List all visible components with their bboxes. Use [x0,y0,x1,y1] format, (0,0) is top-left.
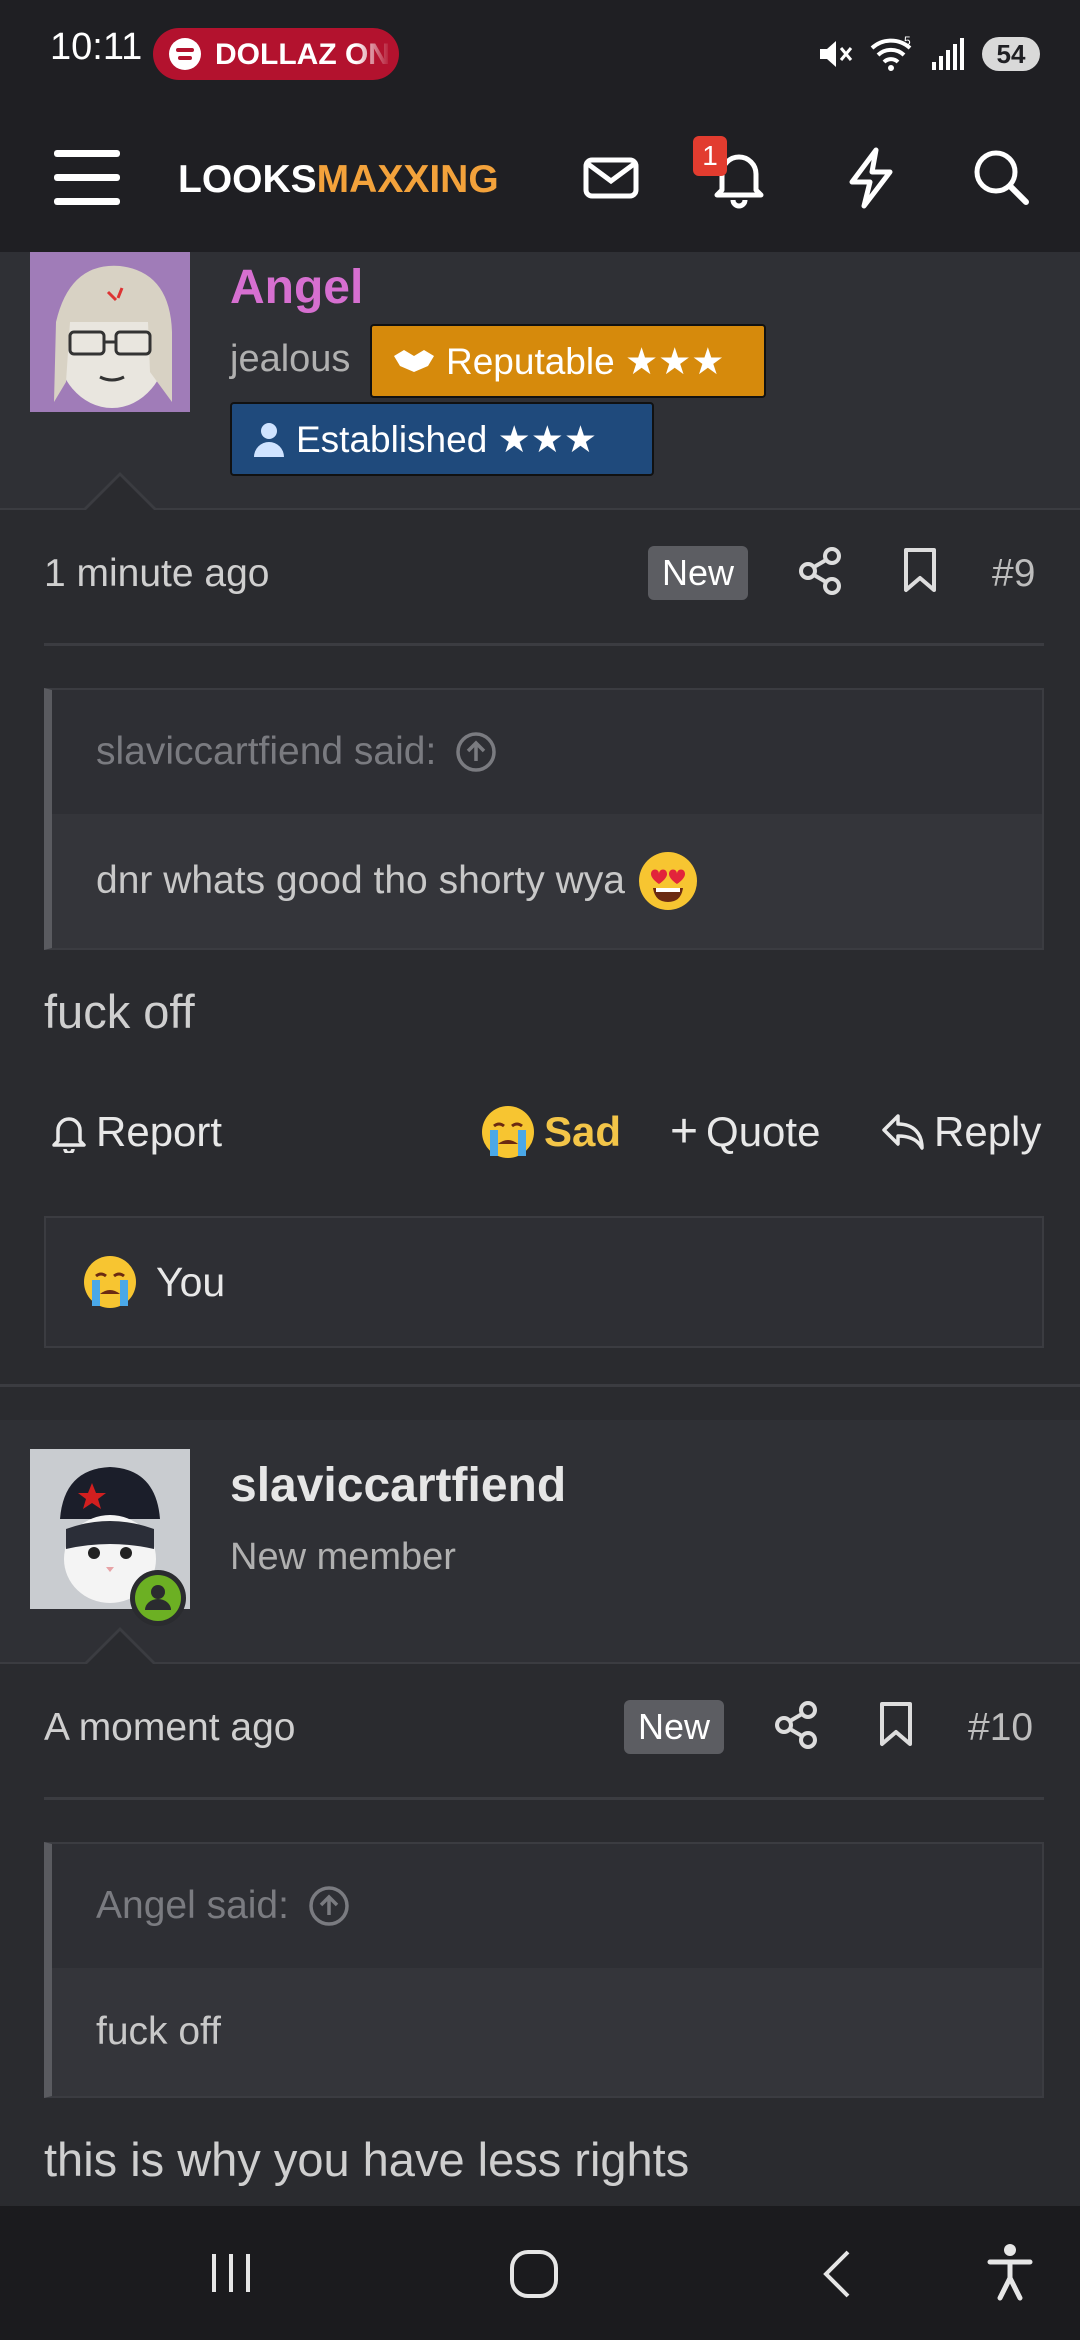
home-icon[interactable] [506,2246,562,2302]
reactions-summary[interactable]: You [44,1216,1044,1348]
post-10-new-tag: New [624,1700,725,1754]
avatar[interactable] [30,252,190,412]
user-icon [254,423,284,457]
arrow-up-circle-icon [309,1886,349,1926]
post-10-time[interactable]: A moment ago [44,1706,295,1750]
search-icon[interactable] [966,142,1036,212]
site-logo[interactable]: LOOKSMAXXING [178,158,499,202]
post-9-number[interactable]: #9 [992,552,1035,596]
accessibility-icon[interactable] [984,2242,1036,2302]
signal-icon [932,38,964,70]
divider [44,643,1044,646]
post-9-user-title: jealous [230,338,351,380]
share-icon[interactable] [798,546,844,596]
online-status-icon [130,1570,186,1626]
divider [44,1797,1044,1800]
notification-badge: 1 [693,136,727,176]
post-9-new-tag: New [648,546,749,600]
media-label: DOLLAZ ON [215,38,390,71]
post-9-username[interactable]: Angel [230,260,363,315]
media-pill[interactable]: DOLLAZ ON [153,28,399,80]
post-10-body: this is why you have less rights [44,2133,690,2186]
battery-indicator: 54 [982,37,1040,71]
established-banner: Established ★★★ [230,402,654,476]
menu-icon[interactable] [54,150,120,206]
mute-icon [820,41,853,67]
reply-icon [882,1114,924,1150]
svg-text:5: 5 [904,34,911,48]
post-9-body: fuck off [44,985,195,1038]
post-separator [0,1384,1080,1387]
quote-body: dnr whats good tho shorty wya [52,814,1042,948]
heart-eyes-emoji-icon [638,852,697,910]
crying-emoji-icon [482,1106,534,1158]
quote-body: fuck off [52,1968,1042,2096]
bolt-icon[interactable] [836,142,906,212]
post-10-user-title: New member [230,1536,456,1578]
share-icon[interactable] [774,1700,820,1750]
bookmark-icon[interactable] [876,1700,916,1750]
post-10-username[interactable]: slaviccartfiend [230,1458,566,1513]
top-navbar [0,104,1080,254]
post-10-number[interactable]: #10 [968,1706,1033,1750]
quote-header[interactable]: slaviccartfiend said: [52,690,1042,814]
report-button[interactable]: Report [50,1108,222,1156]
post-10-quote-block: Angel said: fuck off [44,1842,1044,2098]
bell-icon [52,1117,86,1153]
mail-icon[interactable] [576,142,646,212]
recent-apps-icon[interactable] [206,2248,256,2298]
quote-button[interactable]: + Quote [670,1108,820,1156]
wifi-icon: 5 [870,34,912,71]
quote-header[interactable]: Angel said: [52,1844,1042,1968]
arrow-up-circle-icon [456,732,497,772]
post-9-time[interactable]: 1 minute ago [44,552,270,596]
plus-icon: + [670,1105,699,1158]
sad-reaction-button[interactable]: Sad [480,1104,621,1160]
status-icons: 5 54 [814,30,1040,78]
reply-button[interactable]: Reply [880,1108,1041,1156]
post-9-quote-block: slaviccartfiend said: dnr whats good tho… [44,688,1044,950]
handshake-icon [394,350,434,372]
bookmark-icon[interactable] [900,546,940,596]
spotify-icon [169,38,201,70]
back-icon[interactable] [818,2246,858,2302]
reputable-banner: Reputable ★★★ [370,324,766,398]
status-time: 10:11 [50,26,143,68]
crying-emoji-icon [84,1256,136,1308]
